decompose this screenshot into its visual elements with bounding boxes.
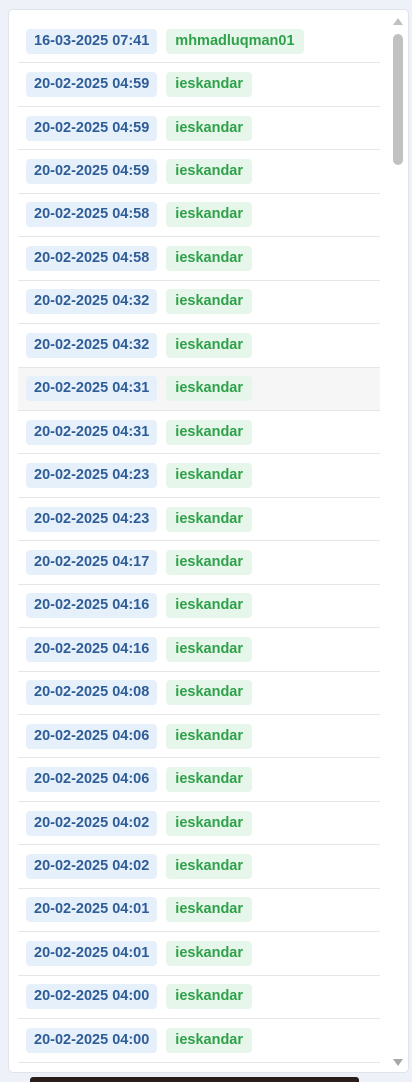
list-item[interactable]: 20-02-2025 04:02 ieskandar <box>18 845 380 889</box>
list-item[interactable]: 20-02-2025 04:32 ieskandar <box>18 281 380 325</box>
activity-log-list: 16-03-2025 07:41 mhmadluqman01 20-02-202… <box>18 20 380 1063</box>
username-badge: ieskandar <box>166 593 253 619</box>
timestamp-badge: 20-02-2025 04:23 <box>26 506 158 532</box>
username-badge: mhmadluqman01 <box>166 28 304 54</box>
username-badge: ieskandar <box>166 636 253 662</box>
list-item[interactable]: 20-02-2025 04:00 ieskandar <box>18 976 380 1020</box>
username-badge: ieskandar <box>166 723 253 749</box>
username-badge: ieskandar <box>166 463 253 489</box>
username-badge: ieskandar <box>166 897 253 923</box>
list-item-hovered[interactable]: 20-02-2025 04:31 ieskandar <box>18 367 380 411</box>
timestamp-badge: 20-02-2025 04:02 <box>26 854 158 880</box>
username-badge: ieskandar <box>166 1027 253 1053</box>
username-badge: ieskandar <box>166 810 253 836</box>
list-item[interactable]: 20-02-2025 04:32 ieskandar <box>18 324 380 368</box>
timestamp-badge: 20-02-2025 04:00 <box>26 1027 158 1053</box>
username-badge: ieskandar <box>166 506 253 532</box>
list-item[interactable]: 20-02-2025 04:01 ieskandar <box>18 889 380 933</box>
username-badge: ieskandar <box>166 940 253 966</box>
list-item[interactable]: 20-02-2025 04:59 ieskandar <box>18 63 380 107</box>
timestamp-badge: 16-03-2025 07:41 <box>26 28 158 54</box>
username-badge: ieskandar <box>166 72 253 98</box>
timestamp-badge: 20-02-2025 04:31 <box>26 376 158 402</box>
list-item[interactable]: 20-02-2025 04:08 ieskandar <box>18 672 380 715</box>
list-item[interactable]: 20-02-2025 04:23 ieskandar <box>18 454 380 498</box>
username-badge: ieskandar <box>166 767 253 793</box>
timestamp-badge: 20-02-2025 04:01 <box>26 897 158 923</box>
username-badge: ieskandar <box>166 984 253 1010</box>
bottom-edge-bar <box>30 1077 359 1082</box>
username-badge: ieskandar <box>166 376 253 402</box>
list-item[interactable]: 20-02-2025 04:31 ieskandar <box>18 411 380 455</box>
username-badge: ieskandar <box>166 549 253 575</box>
timestamp-badge: 20-02-2025 04:58 <box>26 202 158 228</box>
list-item[interactable]: 20-02-2025 04:59 ieskandar <box>18 150 380 194</box>
timestamp-badge: 20-02-2025 04:00 <box>26 984 158 1010</box>
list-item[interactable]: 20-02-2025 04:59 ieskandar <box>18 107 380 151</box>
timestamp-badge: 20-02-2025 04:01 <box>26 940 158 966</box>
list-item[interactable]: 20-02-2025 04:58 ieskandar <box>18 194 380 238</box>
list-item[interactable]: 20-02-2025 04:17 ieskandar <box>18 541 380 585</box>
timestamp-badge: 20-02-2025 04:59 <box>26 159 158 185</box>
username-badge: ieskandar <box>166 202 253 228</box>
timestamp-badge: 20-02-2025 04:17 <box>26 549 158 575</box>
timestamp-badge: 20-02-2025 04:32 <box>26 332 158 358</box>
username-badge: ieskandar <box>166 419 253 445</box>
list-item[interactable]: 20-02-2025 04:16 ieskandar <box>18 628 380 672</box>
timestamp-badge: 20-02-2025 04:59 <box>26 115 158 141</box>
timestamp-badge: 20-02-2025 04:32 <box>26 289 158 315</box>
list-item[interactable]: 16-03-2025 07:41 mhmadluqman01 <box>18 20 380 64</box>
username-badge: ieskandar <box>166 854 253 880</box>
timestamp-badge: 20-02-2025 04:02 <box>26 810 158 836</box>
username-badge: ieskandar <box>166 680 253 706</box>
timestamp-badge: 20-02-2025 04:59 <box>26 72 158 98</box>
list-item[interactable]: 20-02-2025 04:02 ieskandar <box>18 802 380 846</box>
list-item[interactable]: 20-02-2025 04:58 ieskandar <box>18 237 380 281</box>
vertical-scrollbar[interactable] <box>391 10 407 1072</box>
list-item[interactable]: 20-02-2025 04:01 ieskandar <box>18 932 380 976</box>
scroll-up-arrow-icon[interactable] <box>393 18 403 25</box>
list-item[interactable]: 20-02-2025 04:06 ieskandar <box>18 715 380 759</box>
list-item[interactable]: 20-02-2025 04:23 ieskandar <box>18 498 380 542</box>
list-item[interactable]: 20-02-2025 04:16 ieskandar <box>18 585 380 629</box>
username-badge: ieskandar <box>166 159 253 185</box>
timestamp-badge: 20-02-2025 04:06 <box>26 723 158 749</box>
timestamp-badge: 20-02-2025 04:23 <box>26 463 158 489</box>
username-badge: ieskandar <box>166 289 253 315</box>
timestamp-badge: 20-02-2025 04:31 <box>26 419 158 445</box>
timestamp-badge: 20-02-2025 04:58 <box>26 245 158 271</box>
timestamp-badge: 20-02-2025 04:16 <box>26 636 158 662</box>
timestamp-badge: 20-02-2025 04:06 <box>26 767 158 793</box>
username-badge: ieskandar <box>166 115 253 141</box>
scrollbar-thumb[interactable] <box>393 34 403 165</box>
scroll-down-arrow-icon[interactable] <box>393 1059 403 1066</box>
timestamp-badge: 20-02-2025 04:08 <box>26 680 158 706</box>
list-item[interactable]: 20-02-2025 04:06 ieskandar <box>18 758 380 802</box>
username-badge: ieskandar <box>166 245 253 271</box>
activity-log-panel: 16-03-2025 07:41 mhmadluqman01 20-02-202… <box>8 9 409 1073</box>
list-item[interactable]: 20-02-2025 04:00 ieskandar <box>18 1019 380 1063</box>
username-badge: ieskandar <box>166 332 253 358</box>
timestamp-badge: 20-02-2025 04:16 <box>26 593 158 619</box>
